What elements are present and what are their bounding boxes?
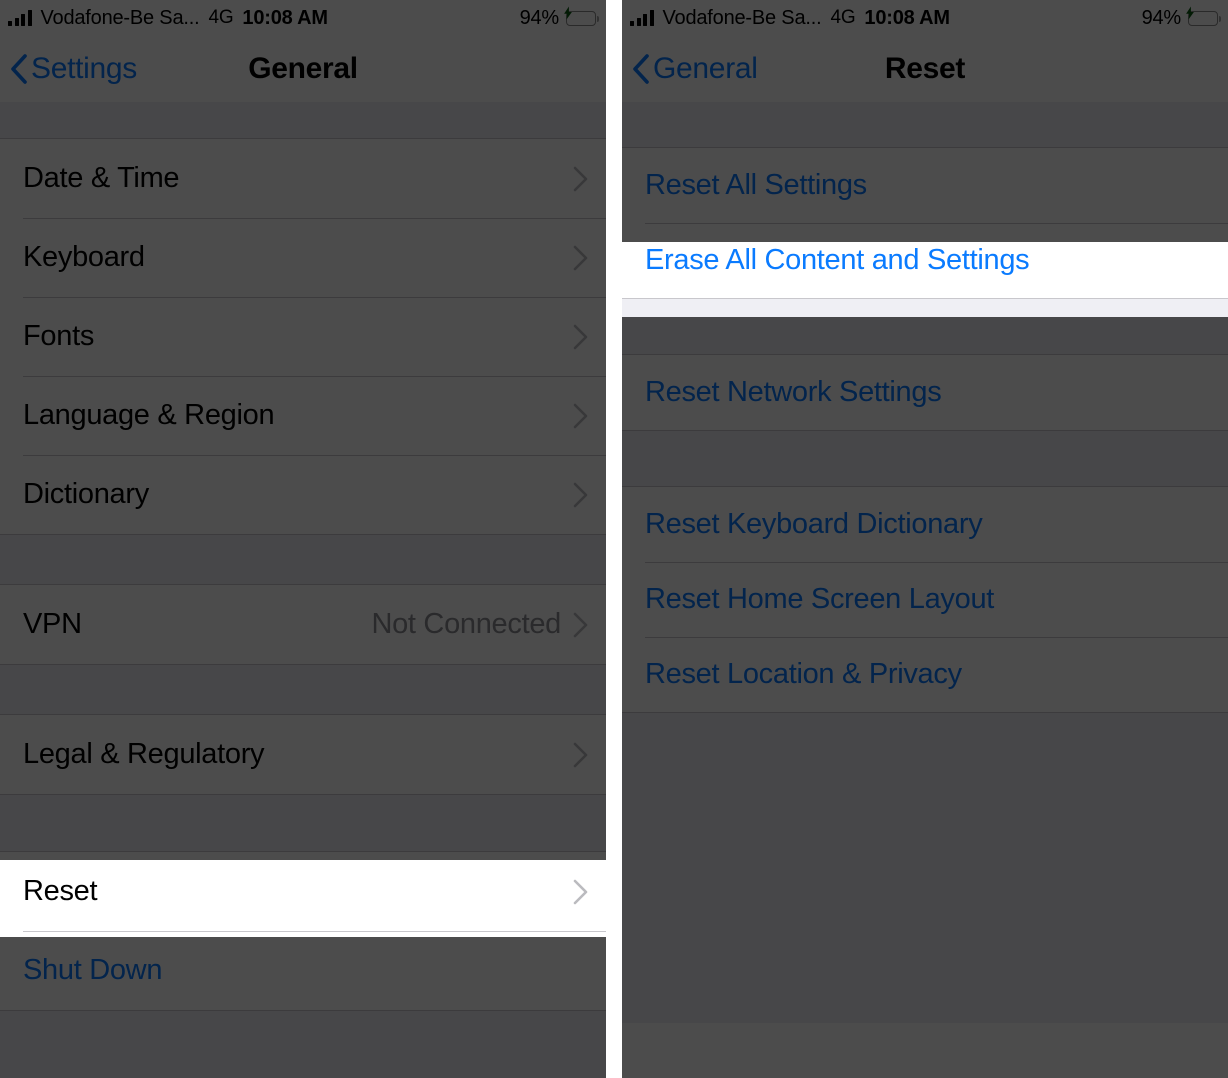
clock-label: 10:08 AM — [242, 6, 328, 29]
charging-bolt-icon — [1186, 6, 1195, 20]
back-to-general-button[interactable]: General — [622, 52, 758, 86]
network-type-label: 4G — [208, 7, 234, 28]
group-spacer — [0, 1011, 606, 1078]
group-spacer — [0, 535, 606, 584]
group-spacer — [0, 102, 606, 138]
right-reset-list: Reset All Settings Erase All Content and… — [622, 102, 1228, 1023]
group-spacer — [0, 665, 606, 714]
status-left-cluster: Vodafone-Be Sa... 4G 10:08 AM — [630, 7, 950, 30]
carrier-label: Vodafone-Be Sa... — [40, 6, 200, 29]
list-item-vpn[interactable]: VPN Not Connected — [0, 585, 606, 664]
list-item-label: VPN — [23, 608, 82, 640]
list-item-language-region[interactable]: Language & Region — [0, 376, 606, 455]
list-item-dictionary[interactable]: Dictionary — [0, 455, 606, 534]
back-button-label: General — [653, 52, 758, 85]
chevron-left-icon — [633, 54, 649, 84]
charging-bolt-icon — [564, 6, 573, 20]
signal-bars-icon — [8, 10, 32, 26]
back-to-settings-button[interactable]: Settings — [0, 52, 137, 86]
list-item-reset-location-privacy[interactable]: Reset Location & Privacy — [622, 637, 1228, 712]
settings-group: Date & Time Keyboard Fonts Language & Re… — [0, 138, 606, 535]
group-spacer — [0, 795, 606, 851]
list-item-fonts[interactable]: Fonts — [0, 297, 606, 376]
chevron-left-icon — [11, 54, 27, 84]
list-item-reset[interactable]: Reset — [0, 852, 606, 931]
left-settings-list: Date & Time Keyboard Fonts Language & Re… — [0, 102, 606, 1078]
chevron-right-icon — [573, 166, 588, 191]
vpn-status-value: Not Connected — [371, 608, 561, 640]
chevron-right-icon — [573, 482, 588, 507]
list-item-label: Legal & Regulatory — [23, 738, 265, 770]
list-item-label: Reset All Settings — [645, 169, 867, 201]
list-item-label: Language & Region — [23, 399, 275, 431]
list-item-reset-all-settings[interactable]: Reset All Settings — [622, 148, 1228, 223]
reset-group: Reset Keyboard Dictionary Reset Home Scr… — [622, 486, 1228, 713]
group-spacer — [622, 431, 1228, 486]
right-phone-screen: Vodafone-Be Sa... 4G 10:08 AM 94% Genera… — [622, 0, 1228, 1078]
reset-group: Reset All Settings Erase All Content and… — [622, 147, 1228, 299]
reset-group: Reset Network Settings — [622, 354, 1228, 431]
list-item-label: Reset Location & Privacy — [645, 658, 962, 690]
list-item-reset-network-settings[interactable]: Reset Network Settings — [622, 355, 1228, 430]
battery-charging-icon — [1186, 6, 1222, 26]
chevron-right-icon — [573, 403, 588, 428]
list-item-label: Date & Time — [23, 162, 180, 194]
list-item-label: Shut Down — [23, 954, 163, 986]
list-item-label: Reset Home Screen Layout — [645, 583, 995, 615]
settings-group: Legal & Regulatory — [0, 714, 606, 795]
status-left-cluster: Vodafone-Be Sa... 4G 10:08 AM — [8, 7, 328, 30]
chevron-right-icon — [573, 612, 588, 637]
list-item-label: Keyboard — [23, 241, 145, 273]
back-button-label: Settings — [31, 52, 137, 85]
status-right-cluster: 94% — [519, 6, 600, 30]
carrier-label: Vodafone-Be Sa... — [662, 6, 822, 29]
chevron-right-icon — [573, 245, 588, 270]
panel-gutter — [606, 0, 622, 1078]
chevron-right-icon — [573, 742, 588, 767]
list-item-label: Erase All Content and Settings — [645, 244, 1030, 276]
left-status-bar: Vodafone-Be Sa... 4G 10:08 AM 94% — [0, 0, 606, 36]
list-item-label: Reset Network Settings — [645, 376, 942, 408]
clock-label: 10:08 AM — [864, 6, 950, 29]
right-nav-bar: General Reset — [622, 36, 1228, 102]
group-spacer — [622, 102, 1228, 147]
chevron-right-icon — [573, 879, 588, 904]
list-item-reset-keyboard-dictionary[interactable]: Reset Keyboard Dictionary — [622, 487, 1228, 562]
signal-bars-icon — [630, 10, 654, 26]
list-item-erase-all-content-and-settings[interactable]: Erase All Content and Settings — [622, 223, 1228, 298]
settings-group: Reset Shut Down — [0, 851, 606, 1011]
network-type-label: 4G — [830, 7, 856, 28]
list-item-date-time[interactable]: Date & Time — [0, 139, 606, 218]
settings-group: VPN Not Connected — [0, 584, 606, 665]
left-phone-screen: Vodafone-Be Sa... 4G 10:08 AM 94% Settin… — [0, 0, 606, 1078]
group-spacer — [622, 713, 1228, 1023]
right-screen-content: Vodafone-Be Sa... 4G 10:08 AM 94% Genera… — [622, 0, 1228, 1078]
group-spacer — [622, 299, 1228, 354]
left-nav-bar: Settings General — [0, 36, 606, 102]
list-item-label: Reset — [23, 875, 98, 907]
list-item-reset-home-screen-layout[interactable]: Reset Home Screen Layout — [622, 562, 1228, 637]
list-item-label: Reset Keyboard Dictionary — [645, 508, 983, 540]
screenshot-stage: Vodafone-Be Sa... 4G 10:08 AM 94% Settin… — [0, 0, 1228, 1078]
list-item-legal-regulatory[interactable]: Legal & Regulatory — [0, 715, 606, 794]
left-screen-content: Vodafone-Be Sa... 4G 10:08 AM 94% Settin… — [0, 0, 606, 1078]
battery-charging-icon — [564, 6, 600, 26]
battery-percent-label: 94% — [1141, 6, 1182, 29]
status-right-cluster: 94% — [1141, 6, 1222, 30]
list-item-shut-down[interactable]: Shut Down — [0, 931, 606, 1010]
battery-percent-label: 94% — [519, 6, 560, 29]
list-item-label: Dictionary — [23, 478, 149, 510]
list-item-label: Fonts — [23, 320, 95, 352]
right-status-bar: Vodafone-Be Sa... 4G 10:08 AM 94% — [622, 0, 1228, 36]
list-item-keyboard[interactable]: Keyboard — [0, 218, 606, 297]
chevron-right-icon — [573, 324, 588, 349]
